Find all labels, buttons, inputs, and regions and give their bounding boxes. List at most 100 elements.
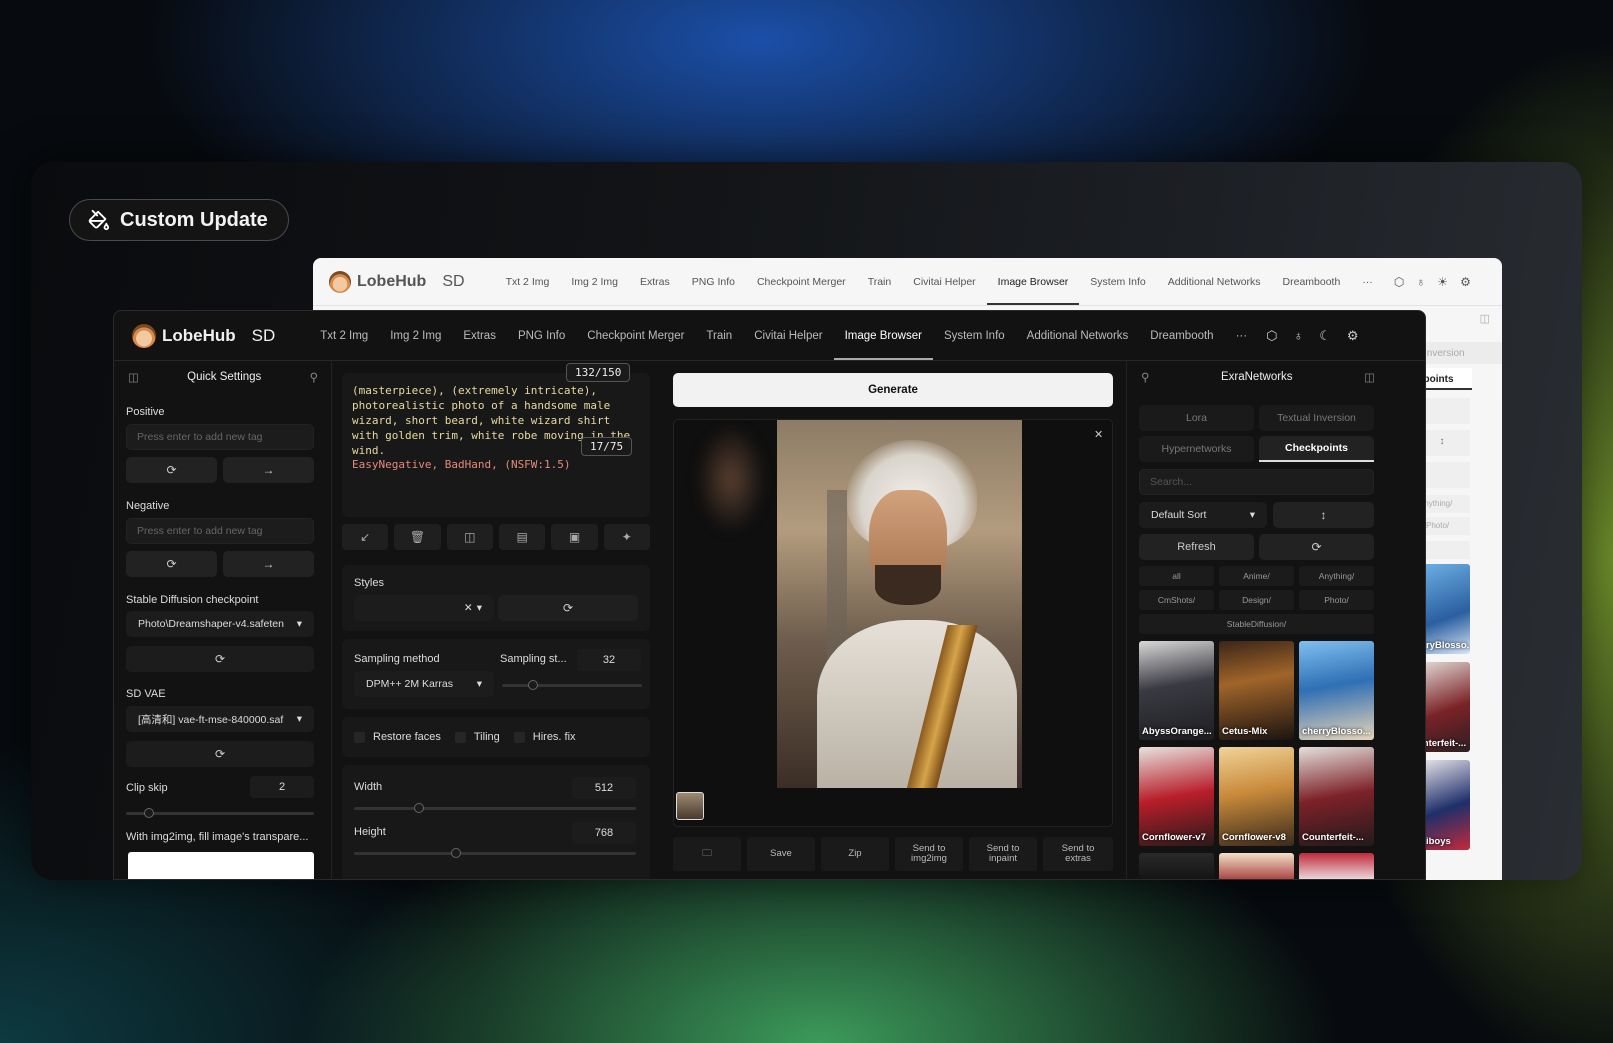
sampling-steps-value[interactable]: 32 [577,649,641,671]
filter-anime[interactable]: Anime/ [1219,566,1294,586]
hexagon-icon[interactable]: ⬡ [1266,328,1277,344]
light-brand[interactable]: LobeHub SD [329,270,465,293]
tab-img2img[interactable]: Img 2 Img [379,311,452,360]
sort-select[interactable]: Default Sort ▾ [1139,502,1267,528]
negative-refresh-button[interactable]: ⟳ [126,551,217,577]
filter-all[interactable]: all [1139,566,1214,586]
model-card-cetus-mix[interactable]: Cetus-Mix [1219,641,1294,740]
filter-photo[interactable]: Photo/ [1299,590,1374,610]
height-slider[interactable] [354,848,636,858]
light-sun-icon[interactable]: ☀ [1437,275,1448,289]
negative-apply-button[interactable]: → [223,551,314,577]
negative-prompt-text[interactable]: EasyNegative, BadHand, (NSFW:1.5) [352,457,642,472]
github-icon[interactable]: ♁ [1293,328,1303,344]
model-card-cornflower-v8[interactable]: Cornflower-v8 [1219,747,1294,846]
vae-refresh-button[interactable]: ⟳ [126,741,314,767]
filter-stablediffusion[interactable]: StableDiffusion/ [1139,614,1374,634]
send-to-inpaint-button[interactable]: Send to inpaint [969,837,1037,871]
tab-train[interactable]: Train [695,311,743,360]
clipboard-button[interactable]: ▤ [498,524,546,550]
restore-faces-checkbox[interactable]: Restore faces [354,731,441,743]
tab-lora[interactable]: Lora [1139,405,1254,431]
positive-apply-button[interactable]: → [223,457,314,483]
light-tab-img2img[interactable]: Img 2 Img [560,258,629,305]
sampling-steps-slider[interactable] [502,680,642,690]
width-knob[interactable] [413,803,424,813]
light-tab-checkpoint-merger[interactable]: Checkpoint Merger [746,258,857,305]
light-tab-dreambooth[interactable]: Dreambooth [1272,258,1352,305]
width-slider[interactable] [354,803,636,813]
tab-checkpoint-merger[interactable]: Checkpoint Merger [576,311,695,360]
zip-button[interactable]: Zip [821,837,889,871]
sort-direction-button[interactable]: ↕ [1273,502,1374,528]
clear-x-icon[interactable]: ✕ [464,602,473,614]
light-tab-civitai-helper[interactable]: Civitai Helper [902,258,986,305]
filter-design[interactable]: Design/ [1219,590,1294,610]
clip-skip-knob[interactable] [143,808,154,818]
sampling-method-select[interactable]: DPM++ 2M Karras ▾ [354,671,494,697]
light-tab-extras[interactable]: Extras [629,258,681,305]
tab-additional-networks[interactable]: Additional Networks [1016,311,1140,360]
positive-refresh-button[interactable]: ⟳ [126,457,217,483]
styles-refresh-button[interactable]: ⟳ [498,595,638,621]
save-button[interactable]: Save [747,837,815,871]
height-value[interactable]: 768 [572,822,636,844]
send-to-extras-button[interactable]: Send to extras [1043,837,1113,871]
send-to-img2img-button[interactable]: Send to img2img [895,837,963,871]
tab-textual-inversion[interactable]: Textual Inversion [1259,405,1374,431]
sampling-steps-knob[interactable] [527,680,538,690]
light-gear-icon[interactable]: ⚙ [1460,275,1471,289]
model-card-partial[interactable] [1219,853,1294,879]
close-image-icon[interactable]: ✕ [1094,428,1103,441]
save-style-button[interactable]: ▣ [551,524,598,550]
light-tab-inversion[interactable]: Inversion [1414,342,1502,364]
model-card-counterfeit[interactable]: Counterfeit-... [1299,747,1374,846]
generate-button[interactable]: Generate [673,373,1113,407]
clip-skip-value[interactable]: 2 [250,776,314,798]
reload-button[interactable]: ⟳ [1259,534,1374,560]
refresh-button[interactable]: Refresh [1139,534,1254,560]
tab-txt2img[interactable]: Txt 2 Img [309,311,379,360]
light-tab-more[interactable]: ··· [1351,258,1384,305]
tiling-checkbox[interactable]: Tiling [454,731,500,743]
tab-system-info[interactable]: System Info [933,311,1016,360]
light-tab-additional-networks[interactable]: Additional Networks [1157,258,1272,305]
pin-icon[interactable]: ⚲ [310,370,318,384]
positive-tag-input[interactable]: Press enter to add new tag [126,424,314,450]
light-panel-toggle-icon[interactable]: ◫ [1480,312,1490,325]
model-card-cornflower-v7[interactable]: Cornflower-v7 [1139,747,1214,846]
network-search-input[interactable]: Search... [1139,469,1374,495]
filter-cmshots[interactable]: CmShots/ [1139,590,1214,610]
negative-tag-input[interactable]: Press enter to add new tag [126,518,314,544]
clip-skip-slider[interactable] [126,808,314,818]
tab-hypernetworks[interactable]: Hypernetworks [1139,436,1254,462]
model-card-partial[interactable] [1139,853,1214,879]
read-params-button[interactable]: ↙ [342,524,389,550]
light-hexagon-icon[interactable]: ⬡ [1394,275,1404,289]
tab-png-info[interactable]: PNG Info [507,311,576,360]
layout-button[interactable]: ◫ [446,524,493,550]
gallery-thumbnail[interactable] [676,792,704,820]
light-tab-txt2img[interactable]: Txt 2 Img [495,258,561,305]
light-github-icon[interactable]: ♁ [1416,275,1425,289]
width-value[interactable]: 512 [572,777,636,799]
tab-checkpoints[interactable]: Checkpoints [1259,436,1374,462]
light-tab-system-info[interactable]: System Info [1079,258,1156,305]
model-card-abyssorange[interactable]: AbyssOrange... [1139,641,1214,740]
panel-toggle-icon[interactable]: ◫ [1364,370,1375,384]
tab-civitai-helper[interactable]: Civitai Helper [743,311,833,360]
checkpoint-select[interactable]: Photo\Dreamshaper-v4.safeten ▾ [126,611,314,637]
height-knob[interactable] [450,848,461,858]
magic-wand-button[interactable]: ✦ [603,524,650,550]
model-card-partial[interactable] [1299,853,1374,879]
styles-select[interactable]: ✕ ▾ [354,595,494,621]
light-tab-png-info[interactable]: PNG Info [681,258,746,305]
moon-icon[interactable]: ☾ [1319,328,1331,344]
light-tab-image-browser[interactable]: Image Browser [986,258,1080,305]
checkpoint-refresh-button[interactable]: ⟳ [126,646,314,672]
filter-anything[interactable]: Anything/ [1299,566,1374,586]
pin-icon[interactable]: ⚲ [1141,370,1149,384]
open-folder-button[interactable]: 🗀 [673,837,741,871]
dark-brand[interactable]: LobeHub SD [132,323,275,348]
tab-more[interactable]: ··· [1225,311,1259,360]
